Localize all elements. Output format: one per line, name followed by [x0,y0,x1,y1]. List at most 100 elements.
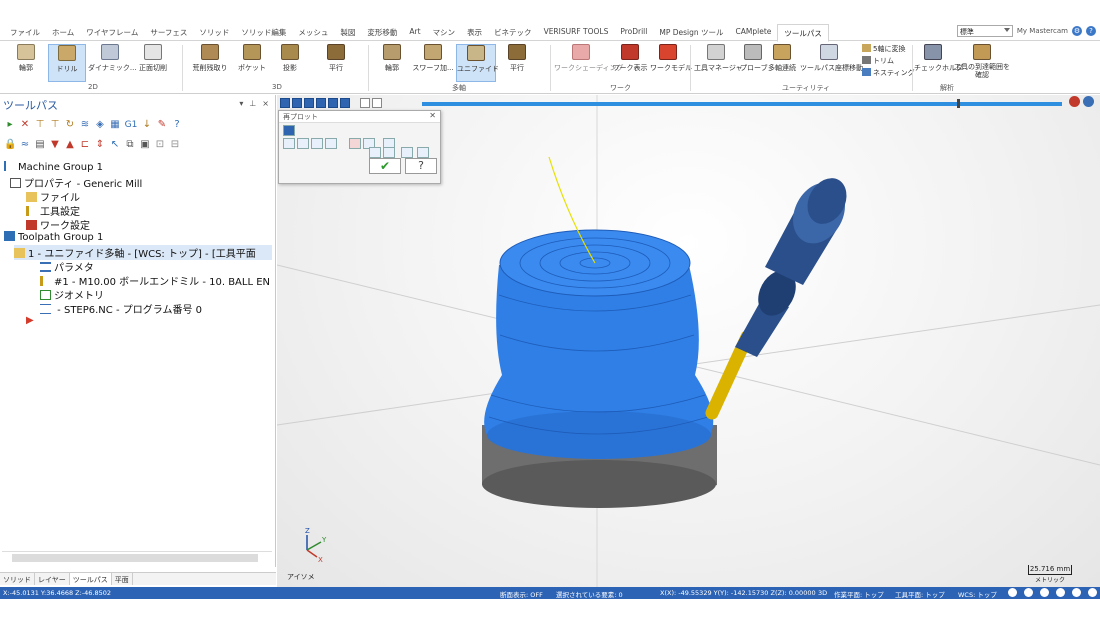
tree-insert-arrow[interactable]: ▶ [26,315,34,326]
scrubber-knob[interactable] [957,99,960,108]
display-rapid-icon[interactable] [311,138,323,149]
first-button[interactable] [304,98,314,108]
ribbon-tab[interactable]: 製図 [334,24,361,41]
ribbon-tab[interactable]: ホーム [46,24,80,41]
ribbon-tab[interactable]: ソリッド [193,24,235,41]
ribbon-stock-model-button[interactable]: ワークモデル [650,44,692,82]
settings-icon[interactable]: ⚙ [1072,26,1082,36]
info-icon[interactable] [1083,96,1094,107]
tab-solids[interactable]: ソリッド [0,573,35,585]
ribbon-tab[interactable]: ワイヤフレーム [80,24,144,41]
step-back-button[interactable] [316,98,326,108]
backplot-icon[interactable]: ≋ [79,119,91,131]
panel-horizontal-scrollbar[interactable] [2,551,272,563]
tab-toolpaths[interactable]: ツールパス [69,573,112,585]
expand-icon[interactable]: ⊡ [154,139,166,151]
tab-levels[interactable]: レイヤー [35,573,70,585]
display-tool-icon[interactable] [283,138,295,149]
wireframe-icon[interactable] [1040,588,1049,597]
globe-icon[interactable] [1008,588,1017,597]
ribbon-tab[interactable]: Art [403,24,426,41]
ribbon-tab[interactable]: VERISURF TOOLS [538,24,615,41]
panel-menu-icon[interactable]: ▾ [239,99,243,108]
ribbon-probe-button[interactable]: プローブ [740,44,768,82]
tree-stock-setup[interactable]: ワーク設定 [26,217,90,232]
panel-close-icon[interactable]: × [262,99,269,108]
tree-geometry[interactable]: ジオメトリ [40,287,104,302]
ribbon-parallel-3d-button[interactable]: 平行 [318,44,354,82]
step-forward-button[interactable] [328,98,338,108]
save-icon[interactable] [417,147,429,158]
toggle-display-icon[interactable]: ≈ [19,139,31,151]
options-dropdown-icon[interactable]: ▣ [139,139,151,151]
ribbon-project-button[interactable]: 投影 [272,44,308,82]
ribbon-check-holder-button[interactable]: チェックホルダ [914,44,963,82]
ribbon-tab[interactable]: 表示 [461,24,488,41]
deselect-icon[interactable]: ✕ [19,119,31,131]
select-failed-icon[interactable]: ⊤ [49,119,61,131]
playback-scrubber[interactable] [422,102,1062,106]
shade-icon[interactable] [369,147,381,158]
ribbon-drill-button[interactable]: ドリル [48,44,86,82]
panel-pin-icon[interactable]: ⊥ [249,99,256,108]
edit-icon[interactable]: ✎ [156,119,168,131]
scrollbar-thumb[interactable] [12,554,258,562]
select-all-icon[interactable]: ▸ [4,119,16,131]
single-select-icon[interactable]: ↖ [109,139,121,151]
tree-nc-file[interactable]: - STEP6.NC - プログラム番号 0 [40,301,202,316]
ribbon-tab[interactable]: ソリッド編集 [235,24,292,41]
ribbon-tab[interactable]: CAMplete [730,24,778,41]
tree-properties[interactable]: プロパティ - Generic Mill [10,175,142,190]
graphics-viewport[interactable]: Z Y X 再プロット ✕ ✔ ? アイソメ 25.716 mm メトリック [277,95,1100,587]
last-button[interactable] [340,98,350,108]
ribbon-unified-button[interactable]: ユニファイド [456,44,499,82]
ribbon-tab[interactable]: ファイル [4,24,46,41]
display-holder-icon[interactable] [297,138,309,149]
ribbon-tab[interactable]: ProDrill [614,24,653,41]
ribbon-tab[interactable]: MP Design ツール [653,24,729,41]
ribbon-tab[interactable]: サーフェス [144,24,193,41]
view-cube-icon[interactable] [1024,588,1033,597]
simulate-icon[interactable]: ▦ [109,119,121,131]
camera-icon[interactable] [401,147,413,158]
ribbon-tool-reach-button[interactable]: 工具の到達範囲を確認 [954,44,1010,82]
ribbon-rough-button[interactable]: 荒削残取り [188,44,232,82]
insert-after-icon[interactable]: ⊏ [79,139,91,151]
stop-button[interactable] [292,98,302,108]
translucency-icon[interactable] [1072,588,1081,597]
stop-alert-icon[interactable] [1069,96,1080,107]
wcs-status[interactable]: WCS: トップ [958,589,997,599]
help-icon[interactable]: ? [1086,26,1096,36]
run-mode-button[interactable] [372,98,382,108]
play-button[interactable] [280,98,290,108]
verify-icon[interactable]: ◈ [94,119,106,131]
ribbon-tab[interactable]: ツールパス [777,24,829,42]
ribbon-pocket-button[interactable]: ポケット [234,44,270,82]
lock-icon[interactable]: 🔒 [4,139,16,151]
mode-3d[interactable]: 3D [818,589,827,597]
scroll-icon[interactable]: ⇕ [94,139,106,151]
ribbon-tab[interactable]: ビネテック [488,24,538,41]
close-icon[interactable]: ✕ [429,111,436,120]
ribbon-contour-2d-button[interactable]: 輪郭 [4,44,48,82]
tree-parameters[interactable]: パラメタ [40,259,94,274]
tplane-status[interactable]: 工具平面: トップ [895,589,945,599]
tree-tool[interactable]: #1 - M10.00 ボールエンドミル - 10. BALL EN [40,273,272,288]
shaded-icon[interactable] [1056,588,1065,597]
ribbon-swarf-button[interactable]: スワーフ加... [412,44,454,82]
tree-machine-group[interactable]: Machine Group 1 [4,161,103,173]
ribbon-tab[interactable]: マシン [427,24,462,41]
cplane-status[interactable]: 作業平面: トップ [834,589,884,599]
ribbon-stock-display-button[interactable]: ワーク表示 [612,44,648,82]
move-up-icon[interactable]: ▲ [64,139,76,151]
tree-operation-unified[interactable]: 1 - ユニファイド多軸 - [WCS: トップ] - [工具平面 [14,245,272,260]
help-icon[interactable]: ? [171,119,183,131]
display-entity-icon[interactable] [325,138,337,149]
style-combo[interactable]: 標準 [956,25,1013,37]
ribbon-face-button[interactable]: 正面切削 [134,44,172,82]
ribbon-multiaxis-link-button[interactable]: 多軸連続 [768,44,796,82]
ribbon-stock-shading-button[interactable]: ワークシェーディング [554,44,624,82]
tree-toolpath-group[interactable]: Toolpath Group 1 [4,231,103,243]
ribbon-dynamic-button[interactable]: ダイナミック... [88,44,137,82]
collapse-icon[interactable] [283,125,295,136]
